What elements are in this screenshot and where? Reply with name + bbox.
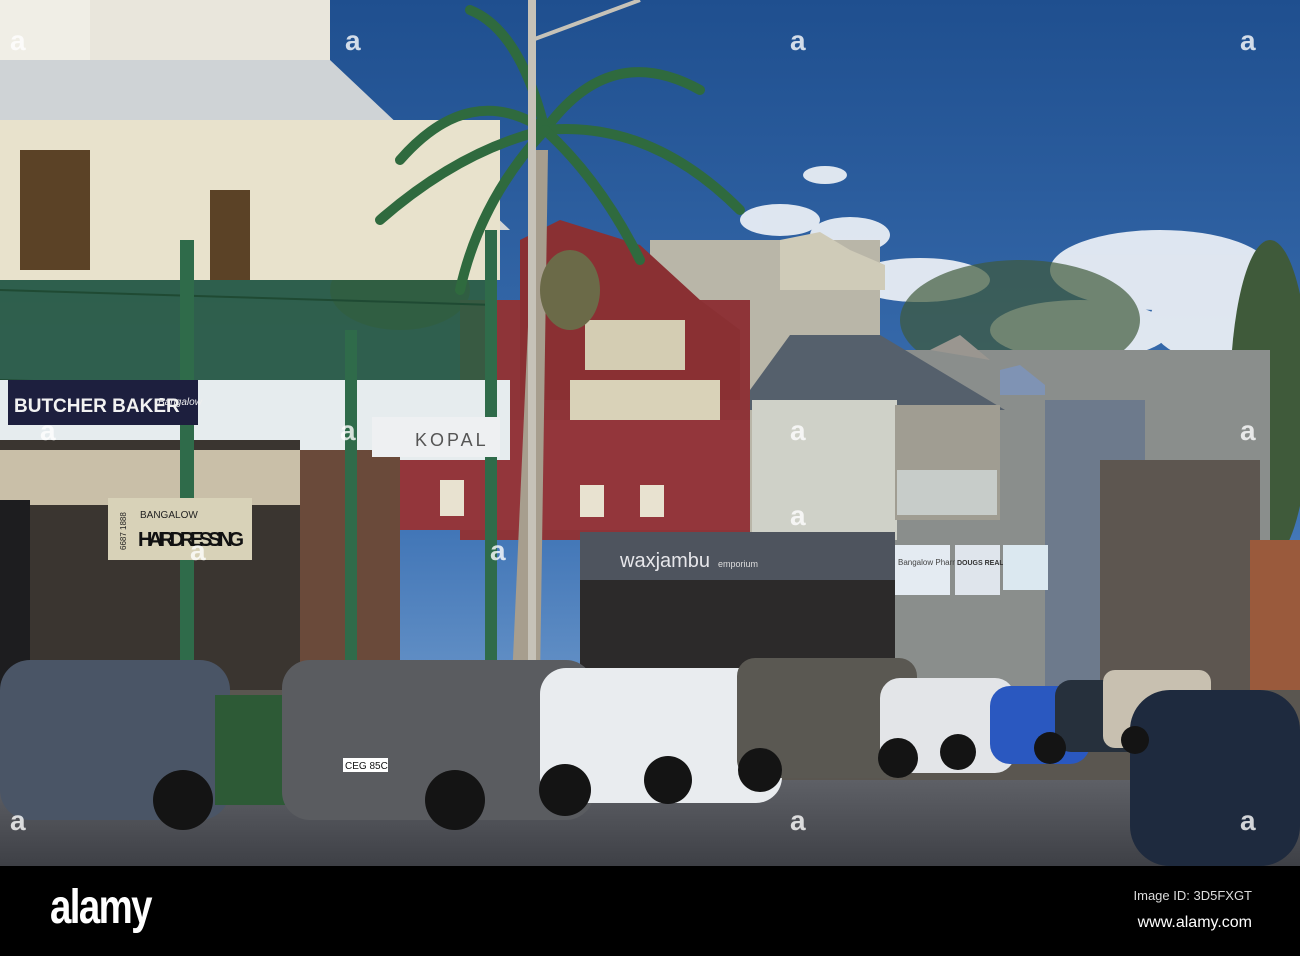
kopal-text: KOPAL [415, 430, 489, 450]
street-scene: Bangalow Pharmacy DOUGS REAL ESTATE waxj… [0, 0, 1300, 866]
svg-text:a: a [340, 415, 356, 446]
svg-text:a: a [40, 415, 56, 446]
svg-text:a: a [10, 25, 26, 56]
svg-text:a: a [1240, 805, 1256, 836]
svg-text:a: a [1240, 415, 1256, 446]
butcher-baker-sign: BUTCHER BAKER Bangalow [8, 380, 203, 425]
svg-text:a: a [790, 805, 806, 836]
image-id: Image ID: 3D5FXGT [1133, 888, 1252, 903]
kopal-sign: KOPAL [372, 417, 500, 457]
svg-text:a: a [790, 500, 806, 531]
svg-text:a: a [790, 415, 806, 446]
svg-text:a: a [10, 805, 26, 836]
street-photo: Bangalow Pharmacy DOUGS REAL ESTATE waxj… [0, 0, 1300, 956]
alamy-logo: alamy [50, 881, 152, 934]
alamy-url: www.alamy.com [1137, 914, 1252, 931]
hairdressing-sign: BANGALOW HAIRDRESSING 6687 1888 [108, 498, 252, 560]
car-foreground-right [1130, 690, 1300, 866]
svg-text:a: a [1240, 25, 1256, 56]
svg-text:a: a [790, 25, 806, 56]
butcher-baker-text: BUTCHER BAKER [14, 396, 180, 417]
watermark-bar: alamy Image ID: 3D5FXGT www.alamy.com [0, 866, 1300, 956]
svg-text:a: a [345, 25, 361, 56]
waxjambu-sign: waxjambu [619, 550, 710, 572]
hairdressing-phone: 6687 1888 [119, 512, 128, 550]
svg-text:a: a [490, 535, 506, 566]
emporium-sign: emporium [718, 559, 758, 569]
hairdressing-top: BANGALOW [140, 510, 198, 521]
bangalow-script: Bangalow [158, 397, 203, 408]
wheelie-bin [215, 695, 290, 805]
number-plate: CEG 85C [345, 761, 388, 772]
waxjambu-awning: waxjambu emporium [580, 532, 895, 680]
svg-text:a: a [190, 535, 206, 566]
